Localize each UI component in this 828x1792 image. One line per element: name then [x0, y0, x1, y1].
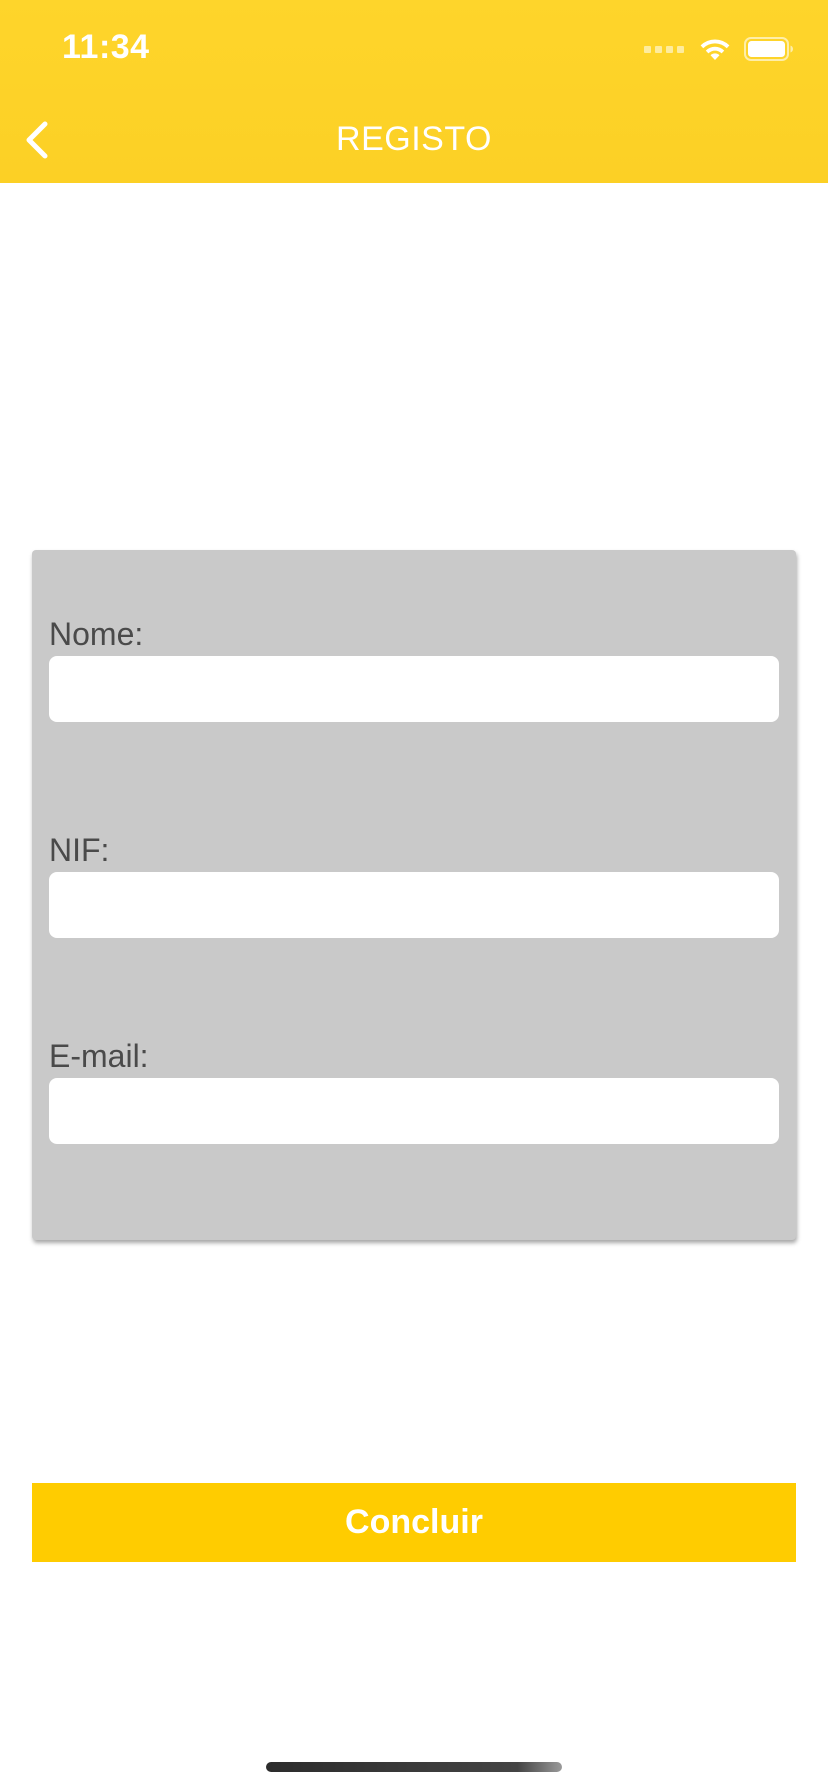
name-input[interactable]	[49, 656, 779, 722]
name-label: Nome:	[49, 616, 144, 652]
nif-input[interactable]	[49, 872, 779, 938]
header-bar: 11:34 REGISTO	[0, 0, 828, 183]
home-indicator	[266, 1762, 562, 1772]
wifi-icon	[700, 39, 730, 60]
cellular-signal-icon	[644, 45, 684, 53]
email-input[interactable]	[49, 1078, 779, 1144]
registration-screen: 11:34 REGISTO Nome: NIF: E-mail: Conclui…	[0, 0, 828, 1792]
submit-button[interactable]: Concluir	[32, 1483, 796, 1562]
nif-label: NIF:	[49, 832, 110, 868]
registration-form: Nome: NIF: E-mail:	[32, 550, 796, 1240]
page-title: REGISTO	[336, 120, 492, 158]
status-time: 11:34	[62, 28, 150, 66]
battery-icon	[744, 37, 793, 61]
email-label: E-mail:	[49, 1038, 149, 1074]
status-icons	[644, 34, 794, 64]
